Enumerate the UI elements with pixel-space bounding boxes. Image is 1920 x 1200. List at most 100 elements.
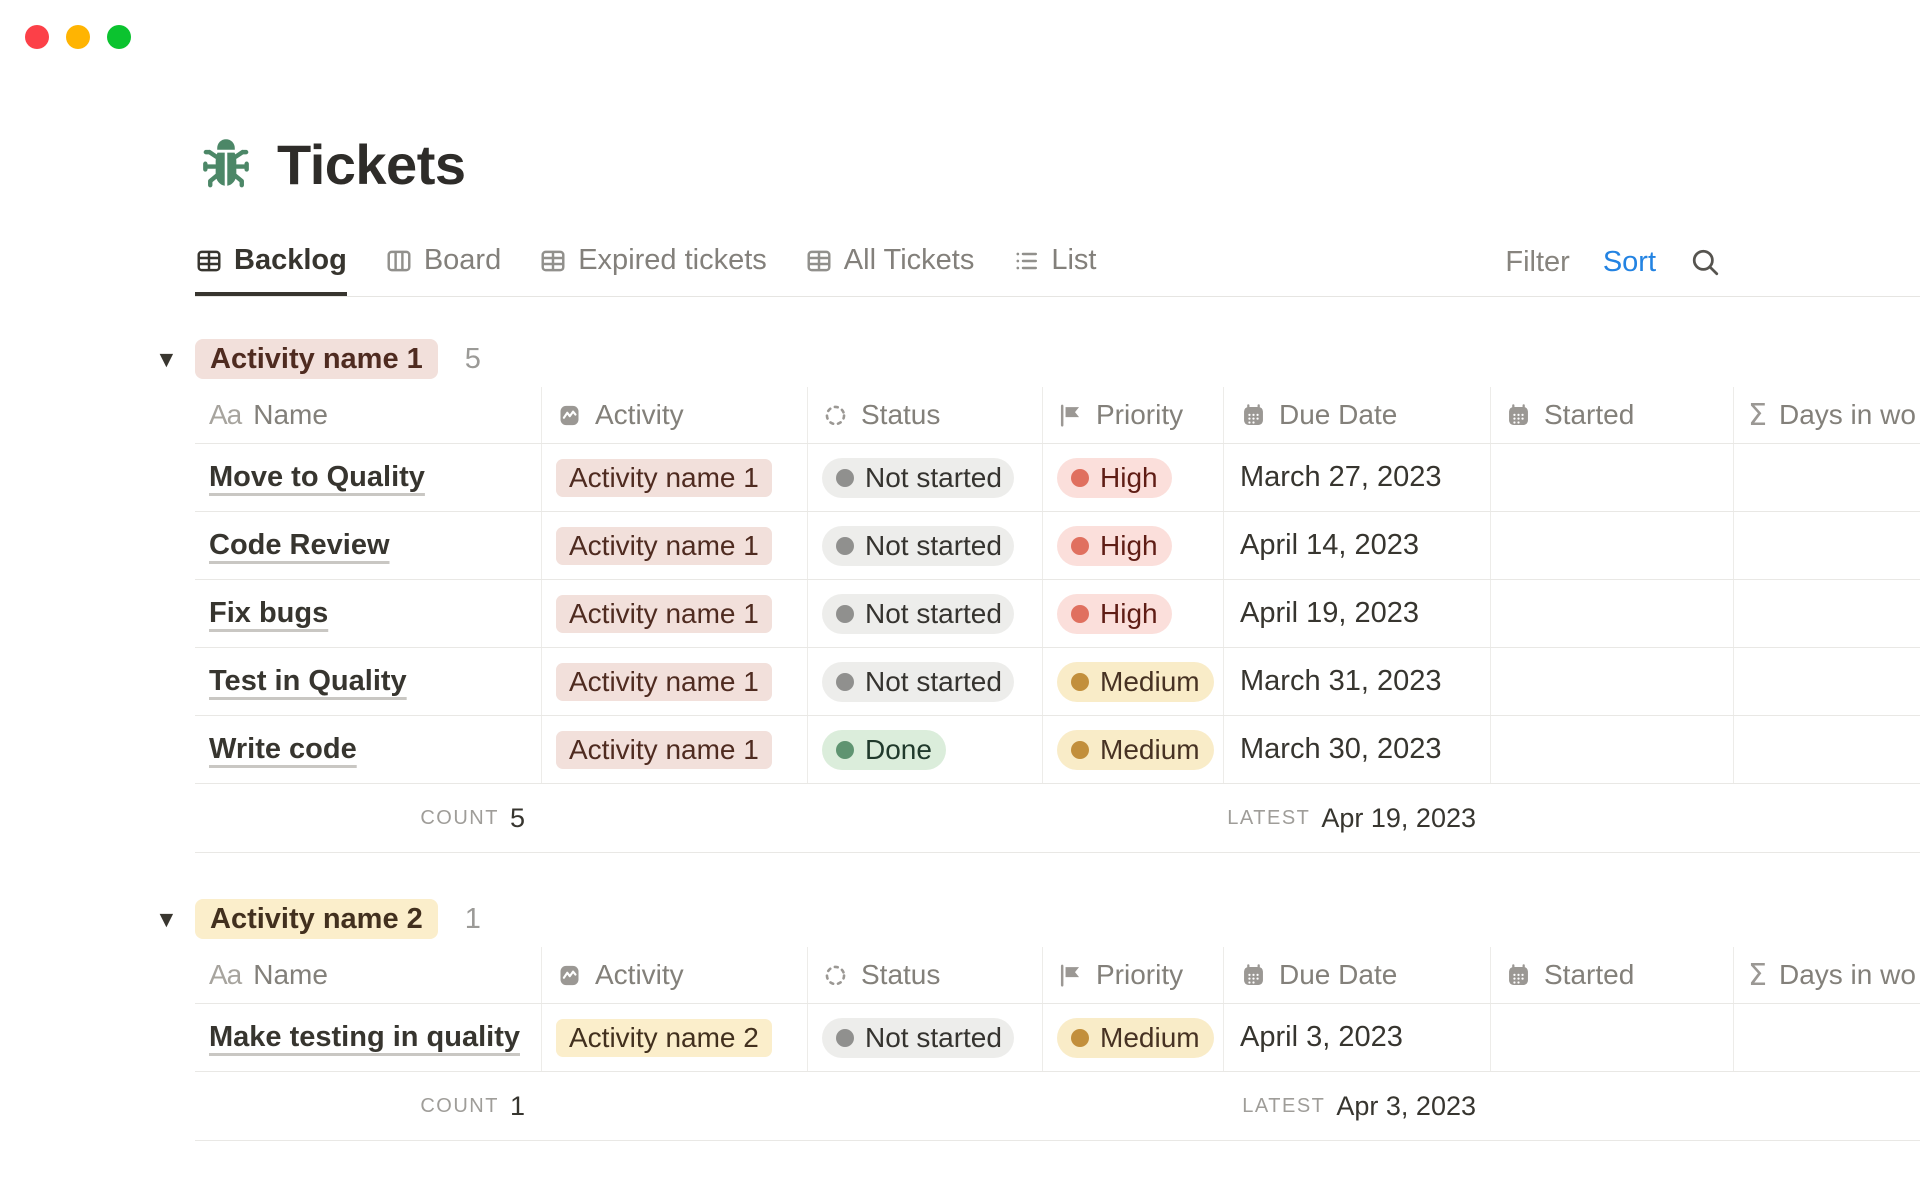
latest-calculation[interactable]: LATEST Apr 19, 2023 xyxy=(1223,784,1490,852)
ticket-name-link[interactable]: Move to Quality xyxy=(209,461,425,494)
started-cell[interactable] xyxy=(1490,648,1733,715)
ticket-name-link[interactable]: Make testing in quality xyxy=(209,1021,520,1054)
flag-icon xyxy=(1057,962,1084,989)
name-cell[interactable]: Write code xyxy=(195,716,541,783)
started-cell[interactable] xyxy=(1490,512,1733,579)
column-header-due-date[interactable]: Due Date xyxy=(1223,947,1490,1003)
ticket-name-link[interactable]: Write code xyxy=(209,733,357,766)
name-cell[interactable]: Make testing in quality xyxy=(195,1004,541,1071)
group-tag[interactable]: Activity name 1 xyxy=(195,339,438,379)
priority-cell[interactable]: Medium xyxy=(1042,716,1223,783)
name-cell[interactable]: Fix bugs xyxy=(195,580,541,647)
tab-expired-tickets[interactable]: Expired tickets xyxy=(539,244,767,296)
column-header-name[interactable]: Aa Name xyxy=(195,947,541,1003)
days-in-work-cell[interactable] xyxy=(1733,512,1920,579)
group-tag[interactable]: Activity name 2 xyxy=(195,899,438,939)
status-cell[interactable]: Not started xyxy=(807,444,1042,511)
list-view-icon xyxy=(1012,247,1040,275)
column-header-name[interactable]: Aa Name xyxy=(195,387,541,443)
due-date-cell[interactable]: March 30, 2023 xyxy=(1223,716,1490,783)
group-activity-1: ▼ Activity name 1 5 Aa Name Activity xyxy=(195,339,1920,853)
due-date-cell[interactable]: April 14, 2023 xyxy=(1223,512,1490,579)
column-header-due-date[interactable]: Due Date xyxy=(1223,387,1490,443)
search-icon[interactable] xyxy=(1689,246,1722,279)
due-date-cell[interactable]: April 19, 2023 xyxy=(1223,580,1490,647)
count-calculation[interactable]: COUNT 5 xyxy=(195,784,541,852)
ticket-name-link[interactable]: Test in Quality xyxy=(209,665,407,698)
ticket-name-link[interactable]: Code Review xyxy=(209,529,390,562)
due-date-cell[interactable]: March 31, 2023 xyxy=(1223,648,1490,715)
status-cell[interactable]: Not started xyxy=(807,648,1042,715)
status-dot xyxy=(836,1029,854,1047)
status-cell[interactable]: Not started xyxy=(807,580,1042,647)
activity-cell[interactable]: Activity name 1 xyxy=(541,580,807,647)
tab-backlog[interactable]: Backlog xyxy=(195,244,347,296)
started-cell[interactable] xyxy=(1490,1004,1733,1071)
started-cell[interactable] xyxy=(1490,580,1733,647)
priority-cell[interactable]: Medium xyxy=(1042,648,1223,715)
column-header-status[interactable]: Status xyxy=(807,947,1042,1003)
sort-button[interactable]: Sort xyxy=(1603,246,1656,279)
name-cell[interactable]: Code Review xyxy=(195,512,541,579)
priority-cell[interactable]: High xyxy=(1042,444,1223,511)
days-in-work-cell[interactable] xyxy=(1733,580,1920,647)
column-header-status[interactable]: Status xyxy=(807,387,1042,443)
status-cell[interactable]: Not started xyxy=(807,512,1042,579)
priority-dot xyxy=(1071,673,1089,691)
due-date-cell[interactable]: April 3, 2023 xyxy=(1223,1004,1490,1071)
group-activity-2: ▼ Activity name 2 1 Aa Name Activity xyxy=(195,899,1920,1141)
bug-icon[interactable] xyxy=(195,133,257,195)
name-cell[interactable]: Move to Quality xyxy=(195,444,541,511)
table-row[interactable]: Make testing in quality Activity name 2 … xyxy=(195,1003,1920,1071)
priority-pill: High xyxy=(1057,526,1172,566)
filter-button[interactable]: Filter xyxy=(1505,246,1569,279)
started-cell[interactable] xyxy=(1490,716,1733,783)
priority-cell[interactable]: Medium xyxy=(1042,1004,1223,1071)
table-row[interactable]: Fix bugs Activity name 1 Not started Hig… xyxy=(195,579,1920,647)
column-header-days-in-work[interactable]: Σ Days in wo xyxy=(1733,947,1920,1003)
started-cell[interactable] xyxy=(1490,444,1733,511)
column-header-activity[interactable]: Activity xyxy=(541,947,807,1003)
due-date-cell[interactable]: March 27, 2023 xyxy=(1223,444,1490,511)
days-in-work-cell[interactable] xyxy=(1733,648,1920,715)
days-in-work-cell[interactable] xyxy=(1733,444,1920,511)
tab-all-tickets[interactable]: All Tickets xyxy=(805,244,975,296)
activity-cell[interactable]: Activity name 2 xyxy=(541,1004,807,1071)
table-row[interactable]: Write code Activity name 1 Done Medium M… xyxy=(195,715,1920,783)
days-in-work-cell[interactable] xyxy=(1733,1004,1920,1071)
table-row[interactable]: Code Review Activity name 1 Not started … xyxy=(195,511,1920,579)
calendar-icon xyxy=(1505,962,1532,989)
column-header-started[interactable]: Started xyxy=(1490,947,1733,1003)
column-header-started[interactable]: Started xyxy=(1490,387,1733,443)
count-calculation[interactable]: COUNT 1 xyxy=(195,1072,541,1140)
page-title[interactable]: Tickets xyxy=(277,132,465,197)
column-header-priority[interactable]: Priority xyxy=(1042,387,1223,443)
status-cell[interactable]: Not started xyxy=(807,1004,1042,1071)
activity-cell[interactable]: Activity name 1 xyxy=(541,716,807,783)
zoom-window-button[interactable] xyxy=(107,25,131,49)
minimize-window-button[interactable] xyxy=(66,25,90,49)
table-row[interactable]: Move to Quality Activity name 1 Not star… xyxy=(195,443,1920,511)
name-cell[interactable]: Test in Quality xyxy=(195,648,541,715)
activity-cell[interactable]: Activity name 1 xyxy=(541,444,807,511)
status-pill: Not started xyxy=(822,458,1014,498)
table-row[interactable]: Test in Quality Activity name 1 Not star… xyxy=(195,647,1920,715)
latest-calculation[interactable]: LATEST Apr 3, 2023 xyxy=(1223,1072,1490,1140)
tab-board[interactable]: Board xyxy=(385,244,501,296)
tab-list[interactable]: List xyxy=(1012,244,1096,296)
table-footer-row: COUNT 5 LATEST Apr 19, 2023 xyxy=(195,783,1920,853)
column-header-priority[interactable]: Priority xyxy=(1042,947,1223,1003)
status-dot xyxy=(836,673,854,691)
priority-cell[interactable]: High xyxy=(1042,512,1223,579)
activity-cell[interactable]: Activity name 1 xyxy=(541,648,807,715)
column-header-days-in-work[interactable]: Σ Days in wo xyxy=(1733,387,1920,443)
column-header-activity[interactable]: Activity xyxy=(541,387,807,443)
status-cell[interactable]: Done xyxy=(807,716,1042,783)
collapse-triangle-icon[interactable]: ▼ xyxy=(155,906,195,933)
days-in-work-cell[interactable] xyxy=(1733,716,1920,783)
priority-cell[interactable]: High xyxy=(1042,580,1223,647)
collapse-triangle-icon[interactable]: ▼ xyxy=(155,346,195,373)
activity-cell[interactable]: Activity name 1 xyxy=(541,512,807,579)
close-window-button[interactable] xyxy=(25,25,49,49)
ticket-name-link[interactable]: Fix bugs xyxy=(209,597,328,630)
